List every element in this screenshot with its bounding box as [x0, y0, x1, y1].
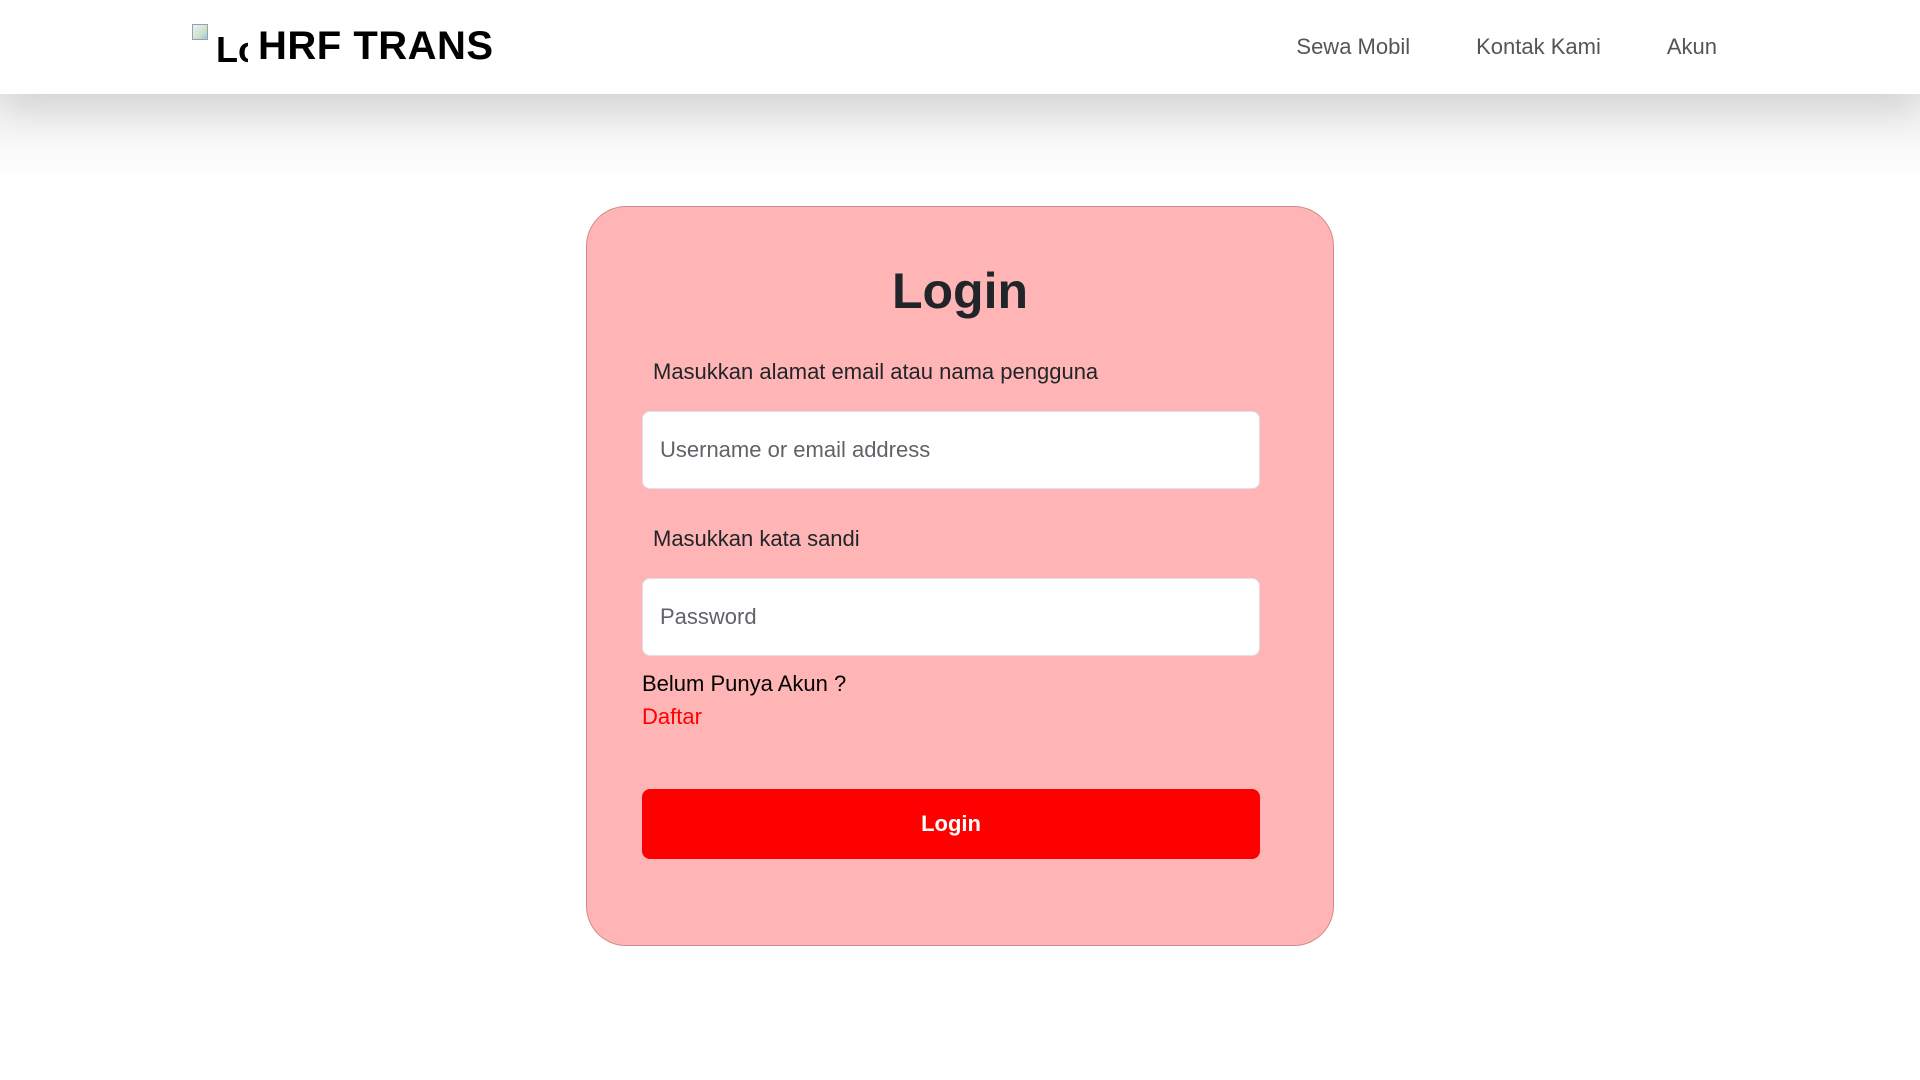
email-field[interactable] — [642, 411, 1260, 489]
password-label: Masukkan kata sandi — [653, 526, 860, 551]
brand-name: HRF TRANS — [258, 23, 494, 68]
brand-link[interactable]: Logo HRF TRANS — [192, 18, 494, 74]
navbar: Logo HRF TRANS Sewa Mobil Kontak Kami Ak… — [0, 0, 1920, 94]
nav-link-akun[interactable]: Akun — [1667, 34, 1717, 60]
navbar-shadow — [0, 94, 1920, 184]
nav-link-sewa-mobil[interactable]: Sewa Mobil — [1296, 34, 1410, 60]
register-link[interactable]: Daftar — [642, 704, 702, 730]
broken-image-icon — [192, 24, 208, 40]
password-field[interactable] — [642, 578, 1260, 656]
email-label: Masukkan alamat email atau nama pengguna — [653, 359, 1099, 384]
login-card: Login Masukkan alamat email atau nama pe… — [586, 206, 1334, 946]
logo-image: Logo — [192, 22, 248, 70]
no-account-text: Belum Punya Akun ? — [642, 671, 847, 696]
nav-link-kontak-kami[interactable]: Kontak Kami — [1476, 34, 1601, 60]
logo-alt-text: Logo — [216, 29, 248, 70]
nav-links: Sewa Mobil Kontak Kami Akun — [1296, 0, 1717, 94]
login-title: Login — [891, 263, 1029, 319]
login-button[interactable]: Login — [642, 789, 1260, 859]
